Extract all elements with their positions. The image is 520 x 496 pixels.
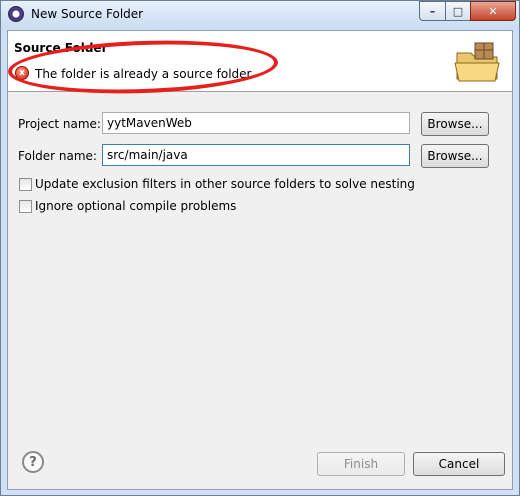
update-exclusion-option[interactable]: Update exclusion filters in other source… xyxy=(19,175,415,193)
minimize-button[interactable]: – xyxy=(419,1,446,21)
project-row: Project name: yytMavenWeb Browse... xyxy=(8,112,512,136)
finish-button[interactable]: Finish xyxy=(317,452,405,476)
project-browse-button[interactable]: Browse... xyxy=(421,112,489,136)
dialog-content: Source Folder x The folder is already a … xyxy=(7,30,513,490)
window-title: New Source Folder xyxy=(31,7,144,21)
wizard-header: Source Folder x The folder is already a … xyxy=(7,31,512,98)
close-icon: ✕ xyxy=(488,4,498,18)
ignore-problems-checkbox[interactable] xyxy=(19,199,32,213)
project-name-label: Project name: xyxy=(18,117,101,131)
maximize-icon: □ xyxy=(452,4,464,18)
error-icon: x xyxy=(15,66,29,80)
eclipse-app-icon xyxy=(8,6,24,22)
folder-browse-button[interactable]: Browse... xyxy=(421,144,489,168)
minimize-icon: – xyxy=(429,4,436,18)
folder-name-label: Folder name: xyxy=(18,149,97,163)
error-message: The folder is already a source folder. xyxy=(35,67,255,81)
close-button[interactable]: ✕ xyxy=(470,1,516,21)
dialog-window: New Source Folder – □ ✕ Source Folder x … xyxy=(0,0,520,496)
update-exclusion-checkbox[interactable] xyxy=(19,177,32,191)
page-title: Source Folder xyxy=(14,41,108,55)
update-exclusion-label[interactable]: Update exclusion filters in other source… xyxy=(35,177,415,191)
cancel-button[interactable]: Cancel xyxy=(413,452,505,476)
ignore-problems-label[interactable]: Ignore optional compile problems xyxy=(35,199,236,213)
help-icon[interactable]: ? xyxy=(22,451,44,473)
ignore-problems-option[interactable]: Ignore optional compile problems xyxy=(19,197,236,215)
new-folder-icon xyxy=(454,42,500,82)
title-bar[interactable]: New Source Folder – □ ✕ xyxy=(1,1,519,29)
folder-row: Folder name: src/main/java Browse... xyxy=(8,144,512,168)
project-name-input[interactable]: yytMavenWeb xyxy=(102,112,410,134)
maximize-button[interactable]: □ xyxy=(445,1,471,21)
folder-name-input[interactable]: src/main/java xyxy=(102,144,410,166)
